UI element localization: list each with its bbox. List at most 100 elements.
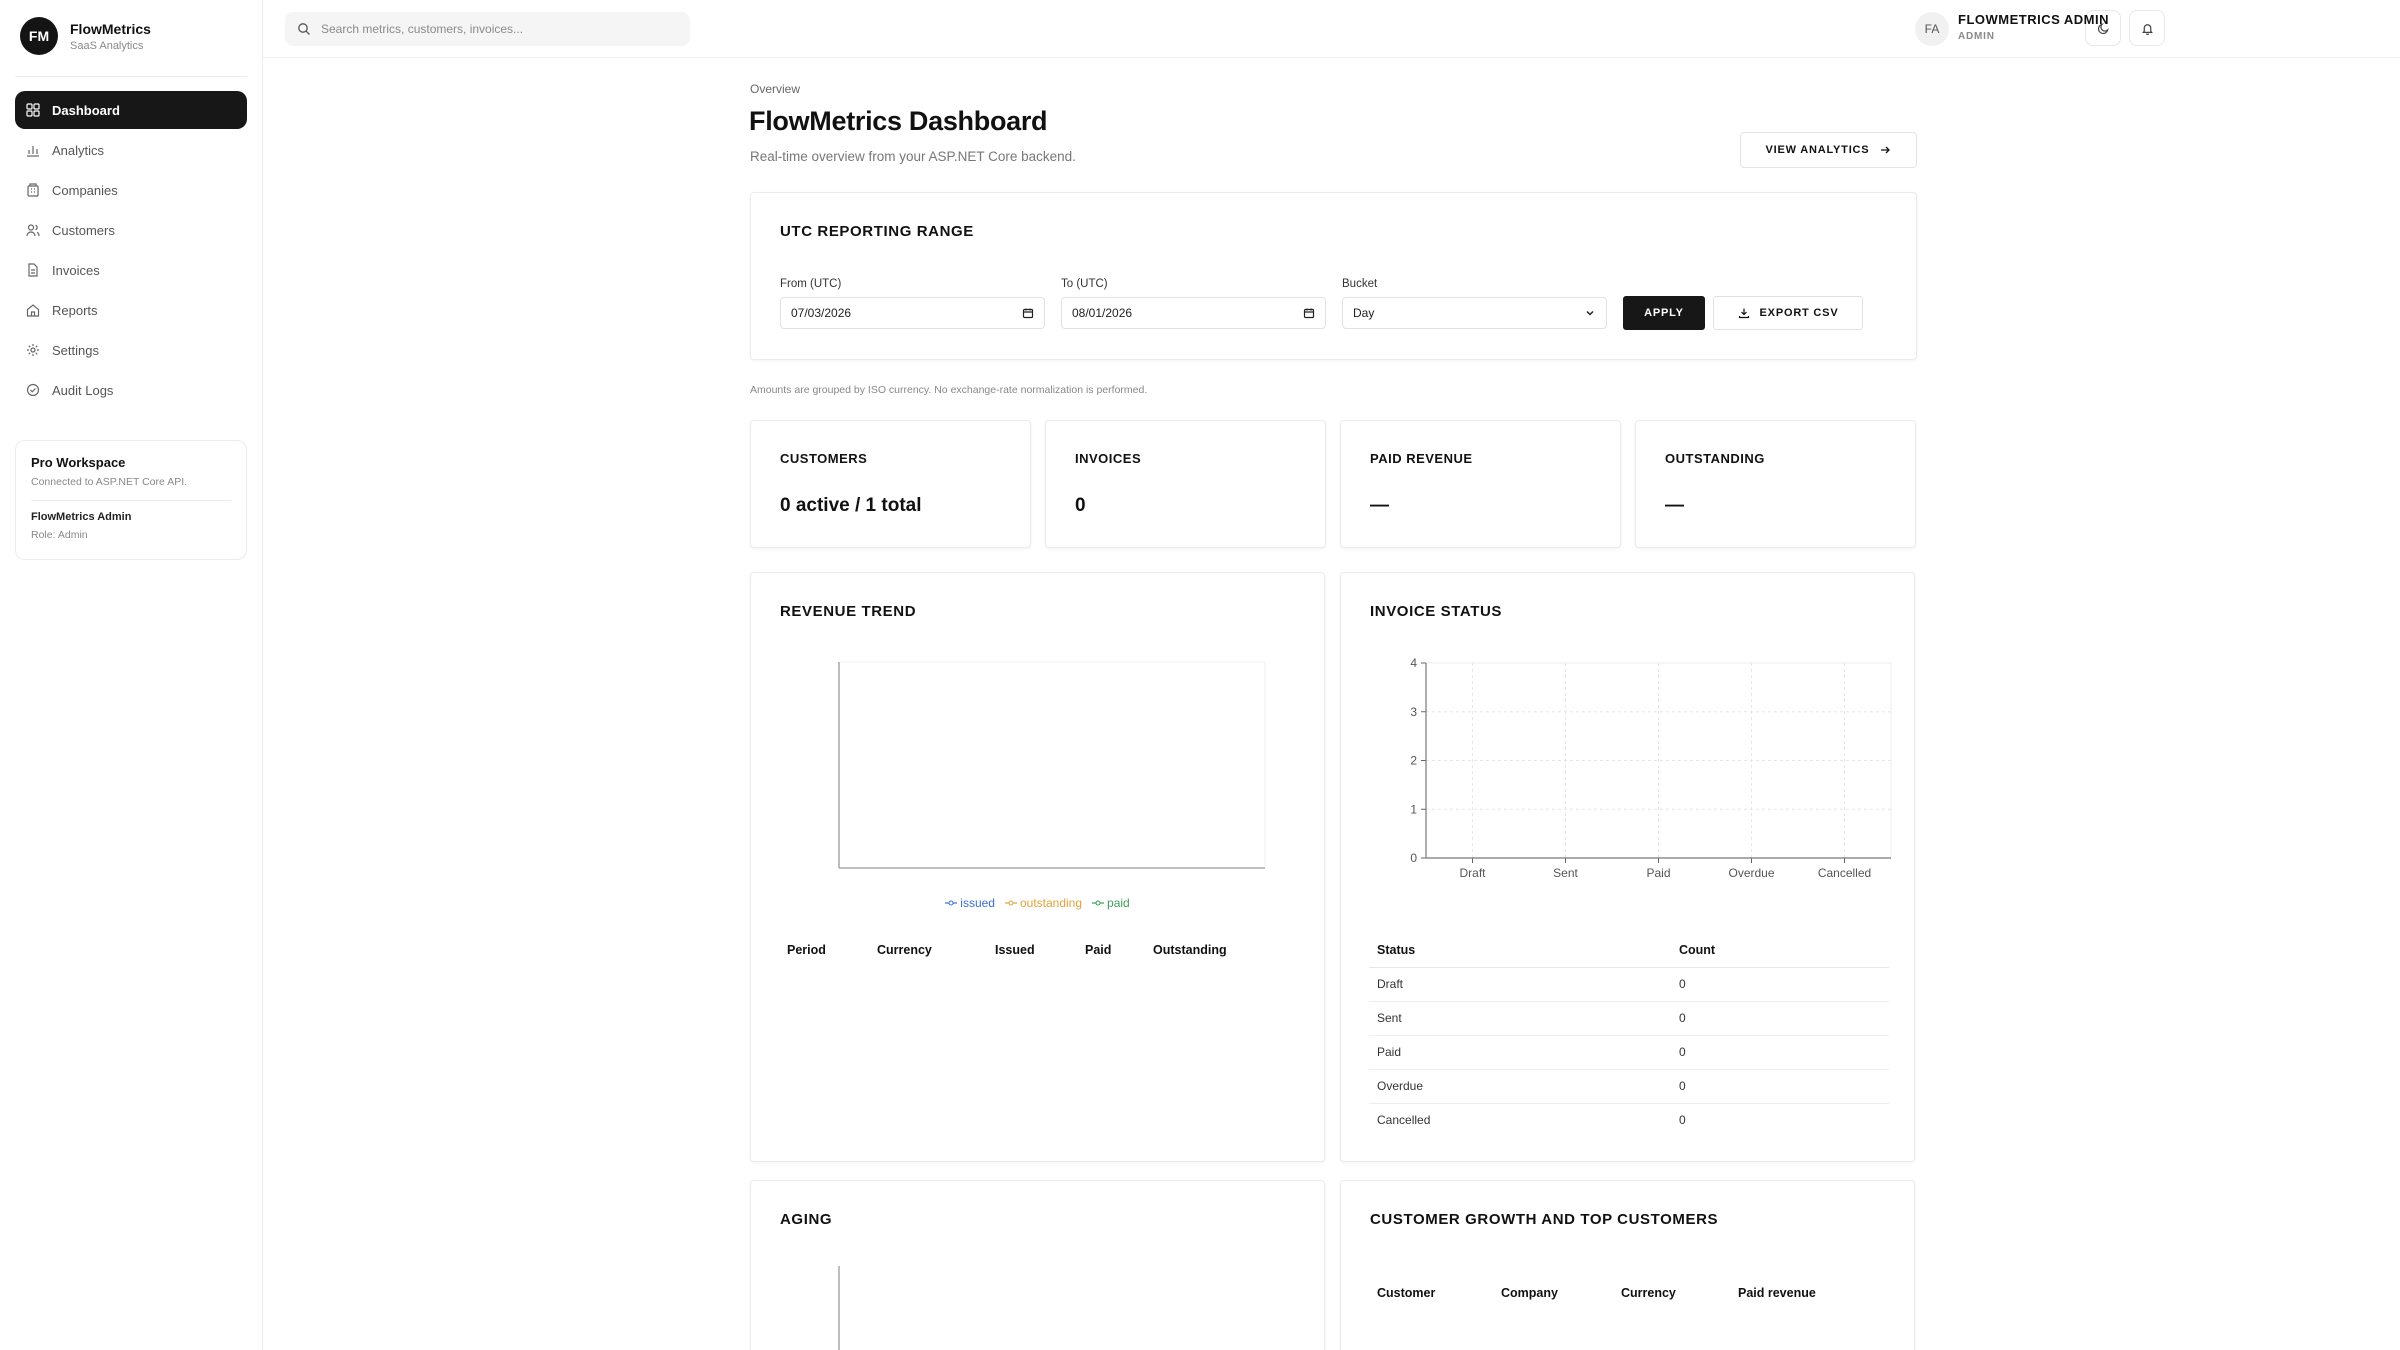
calendar-icon — [1303, 308, 1315, 319]
stat-label: PAID REVENUE — [1370, 451, 1473, 466]
table-row[interactable]: Paid 0 — [1369, 1035, 1889, 1070]
legend-item-issued[interactable]: issued — [945, 896, 995, 910]
building-icon — [26, 183, 40, 197]
status-cell: Draft — [1369, 967, 1671, 1002]
sidebar-item-label: Companies — [52, 182, 118, 198]
table-header-row: Customer Company Currency Paid revenue — [1369, 1276, 1840, 1310]
y-tick-label: 1 — [1410, 802, 1417, 816]
column-header: Currency — [877, 943, 932, 957]
user-menu[interactable]: FLOWMETRICS ADMIN ADMIN — [1958, 12, 2109, 42]
stat-card-customers: CUSTOMERS 0 active / 1 total — [750, 420, 1031, 548]
column-header: Period — [787, 943, 826, 957]
workspace-title: Pro Workspace — [31, 455, 126, 470]
search-icon — [298, 23, 310, 35]
table-row[interactable]: Sent 0 — [1369, 1001, 1889, 1036]
sidebar-item-invoices[interactable]: Invoices — [15, 251, 247, 289]
reporting-range-card: UTC REPORTING RANGE From (UTC) 07/03/202… — [750, 192, 1917, 360]
table-header-row: Period Currency Issued Paid Outstanding — [779, 933, 1255, 967]
brand-subtitle: SaaS Analytics — [70, 39, 144, 52]
range-title: UTC REPORTING RANGE — [780, 223, 974, 240]
legend-item-outstanding[interactable]: outstanding — [1004, 896, 1083, 910]
legend-label: outstanding — [1019, 896, 1083, 910]
notifications-button[interactable] — [2129, 10, 2165, 46]
sidebar-item-label: Analytics — [52, 142, 105, 158]
count-cell: 0 — [1671, 1001, 1889, 1036]
column-header: Paid — [1085, 943, 1112, 957]
gear-icon — [26, 343, 40, 357]
bucket-select[interactable]: Day — [1342, 297, 1607, 329]
invoice-status-table: Status Count Draft 0 Sent 0 Paid 0 Overd… — [1369, 933, 1889, 1137]
column-header: Currency — [1621, 1286, 1676, 1300]
plot-area — [838, 661, 1266, 869]
count-cell: 0 — [1671, 967, 1889, 1002]
export-csv-label: EXPORT CSV — [1759, 307, 1839, 319]
sidebar-item-label: Audit Logs — [52, 382, 114, 398]
invoice-status-chart: 0 1 2 3 4 Draft Sent Paid Overdue Cancelled — [1410, 656, 1892, 880]
sidebar-item-label: Invoices — [52, 262, 100, 278]
avatar[interactable]: FA — [1915, 12, 1949, 46]
apply-button[interactable]: APPLY — [1623, 296, 1705, 330]
stat-label: INVOICES — [1075, 451, 1142, 466]
x-tick-label: Cancelled — [1818, 866, 1871, 880]
x-tick-label: Draft — [1459, 866, 1486, 880]
count-cell: 0 — [1671, 1069, 1889, 1104]
divider — [15, 76, 247, 77]
sidebar-item-reports[interactable]: Reports — [15, 291, 247, 329]
column-header: Customer — [1377, 1286, 1436, 1300]
brand[interactable]: FM FlowMetrics SaaS Analytics — [20, 16, 151, 56]
x-tick-label: Paid — [1646, 866, 1670, 880]
search-input[interactable] — [321, 22, 681, 36]
column-header: Status — [1369, 933, 1671, 968]
status-cell: Overdue — [1369, 1069, 1671, 1104]
customer-growth-card: CUSTOMER GROWTH AND TOP CUSTOMERS Custom… — [1340, 1180, 1915, 1350]
revenue-legend: issued outstanding paid — [751, 896, 1324, 910]
sidebar-item-label: Reports — [52, 302, 98, 318]
page-subtitle: Real-time overview from your ASP.NET Cor… — [750, 149, 1076, 164]
table-row[interactable]: Overdue 0 — [1369, 1069, 1889, 1104]
divider — [31, 500, 231, 501]
stat-value: — — [1370, 495, 1389, 516]
table-row[interactable]: Cancelled 0 — [1369, 1103, 1889, 1137]
stat-value: — — [1665, 495, 1684, 516]
from-date-input[interactable]: 07/03/2026 — [780, 297, 1045, 329]
sidebar-item-dashboard[interactable]: Dashboard — [15, 91, 247, 129]
revenue-table: Period Currency Issued Paid Outstanding — [779, 933, 1255, 967]
stat-label: CUSTOMERS — [780, 451, 868, 466]
column-header: Outstanding — [1153, 943, 1227, 957]
sidebar-nav: Dashboard Analytics Companies Customers … — [15, 91, 247, 411]
sidebar-item-customers[interactable]: Customers — [15, 211, 247, 249]
file-icon — [26, 263, 40, 277]
y-tick-label: 0 — [1410, 851, 1417, 865]
bar-chart-icon — [26, 143, 40, 157]
brand-logo: FM — [20, 17, 58, 55]
column-header: Company — [1501, 1286, 1558, 1300]
sidebar: FM FlowMetrics SaaS Analytics Dashboard … — [0, 0, 263, 1350]
sidebar-item-companies[interactable]: Companies — [15, 171, 247, 209]
sidebar-item-label: Customers — [52, 222, 115, 238]
sidebar-item-audit-logs[interactable]: Audit Logs — [15, 371, 247, 409]
view-analytics-button[interactable]: VIEW ANALYTICS — [1740, 132, 1917, 168]
home-icon — [26, 303, 40, 317]
shield-check-icon — [26, 383, 40, 397]
customer-growth-title: CUSTOMER GROWTH AND TOP CUSTOMERS — [1370, 1211, 1719, 1228]
from-label: From (UTC) — [780, 278, 842, 290]
legend-label: paid — [1107, 896, 1130, 910]
stat-label: OUTSTANDING — [1665, 451, 1765, 466]
breadcrumb: Overview — [750, 82, 801, 96]
sidebar-item-settings[interactable]: Settings — [15, 331, 247, 369]
search-box[interactable] — [285, 12, 690, 46]
view-analytics-label: VIEW ANALYTICS — [1765, 144, 1870, 156]
to-date-input[interactable]: 08/01/2026 — [1061, 297, 1326, 329]
sidebar-item-analytics[interactable]: Analytics — [15, 131, 247, 169]
export-csv-button[interactable]: EXPORT CSV — [1713, 296, 1863, 330]
legend-item-paid[interactable]: paid — [1092, 896, 1130, 910]
table-row[interactable]: Draft 0 — [1369, 967, 1889, 1002]
users-icon — [26, 223, 40, 237]
y-tick-label: 4 — [1410, 656, 1417, 670]
workspace-user: FlowMetrics Admin — [31, 511, 132, 523]
x-tick-label: Sent — [1553, 866, 1578, 880]
to-date-value: 08/01/2026 — [1072, 306, 1133, 320]
workspace-role: Role: Admin — [31, 529, 88, 541]
legend-label: issued — [960, 896, 995, 910]
status-cell: Paid — [1369, 1035, 1671, 1070]
